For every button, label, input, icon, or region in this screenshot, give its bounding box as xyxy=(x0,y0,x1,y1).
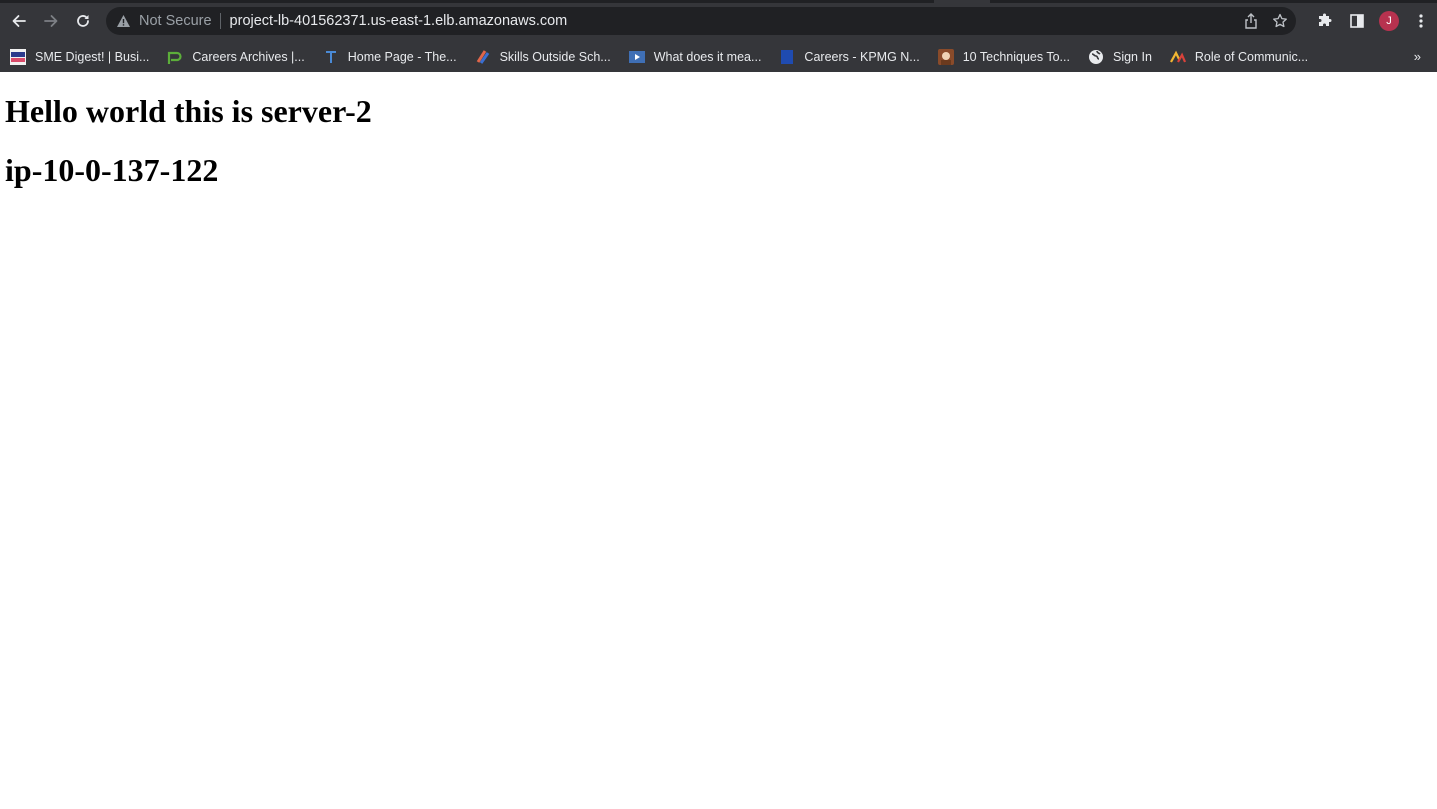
bookmark-what-does-it-mean[interactable]: What does it mea... xyxy=(628,49,762,65)
share-icon[interactable] xyxy=(1244,13,1258,29)
bookmark-label: Careers Archives |... xyxy=(192,50,305,64)
green-p-icon xyxy=(167,49,183,65)
bookmark-skills-outside[interactable]: Skills Outside Sch... xyxy=(475,49,611,65)
bookmark-label: Careers - KPMG N... xyxy=(804,50,920,64)
video-icon xyxy=(628,49,645,65)
bookmark-label: Sign In xyxy=(1112,50,1152,64)
puzzle-piece-icon xyxy=(1319,13,1332,26)
arrow-right-icon xyxy=(44,15,58,27)
forward-button[interactable] xyxy=(35,5,67,37)
back-button[interactable] xyxy=(3,5,35,37)
menu-button[interactable] xyxy=(1405,5,1437,37)
skills-icon xyxy=(475,49,491,65)
portrait-icon xyxy=(937,49,954,65)
communic-icon xyxy=(1169,49,1186,65)
bookmark-star-icon[interactable] xyxy=(1272,13,1288,29)
bookmark-sign-in[interactable]: Sign In xyxy=(1088,49,1152,65)
omnibox-divider xyxy=(219,13,221,29)
address-bar[interactable]: Not Secure project-lb-401562371.us-east-… xyxy=(106,7,1296,35)
reload-icon xyxy=(77,15,89,27)
bookmark-label: 10 Techniques To... xyxy=(962,50,1070,64)
bookmark-10-techniques[interactable]: 10 Techniques To... xyxy=(937,49,1070,65)
warning-triangle-icon[interactable] xyxy=(115,13,131,29)
browser-chrome: Not Secure project-lb-401562371.us-east-… xyxy=(0,0,1437,72)
bookmark-label: What does it mea... xyxy=(653,50,762,64)
sme-digest-favicon xyxy=(10,49,26,65)
browser-toolbar: Not Secure project-lb-401562371.us-east-… xyxy=(0,0,1437,42)
bookmark-label: Role of Communic... xyxy=(1194,50,1309,64)
bookmark-label: Skills Outside Sch... xyxy=(499,50,611,64)
bookmarks-overflow-button[interactable]: » xyxy=(1414,49,1421,64)
side-panel-icon xyxy=(1350,14,1364,28)
bookmark-sme-digest[interactable]: SME Digest! | Busi... xyxy=(10,49,149,65)
profile-avatar[interactable]: J xyxy=(1379,11,1399,31)
blue-t-icon xyxy=(323,49,339,65)
toolbar-actions: J xyxy=(1309,5,1437,37)
bookmark-label: SME Digest! | Busi... xyxy=(35,50,150,64)
kebab-menu-icon xyxy=(1419,14,1423,28)
bookmark-kpmg[interactable]: Careers - KPMG N... xyxy=(779,49,920,65)
bookmark-label: Home Page - The... xyxy=(347,50,457,64)
bookmark-role-of-communic[interactable]: Role of Communic... xyxy=(1169,49,1309,65)
bookmarks-bar: SME Digest! | Busi... Careers Archives |… xyxy=(0,42,1437,72)
arrow-left-icon xyxy=(12,15,26,27)
bookmark-home-page[interactable]: Home Page - The... xyxy=(323,49,457,65)
kpmg-icon xyxy=(779,49,795,65)
page-content: Hello world this is server-2 ip-10-0-137… xyxy=(0,72,1437,189)
security-status-label[interactable]: Not Secure xyxy=(139,13,212,29)
hostname-heading: ip-10-0-137-122 xyxy=(5,152,219,188)
globe-icon xyxy=(1088,49,1104,65)
side-panel-button[interactable] xyxy=(1341,5,1373,37)
reload-button[interactable] xyxy=(67,5,99,37)
url-text[interactable]: project-lb-401562371.us-east-1.elb.amazo… xyxy=(230,13,568,29)
extensions-button[interactable] xyxy=(1309,5,1341,37)
bookmark-careers-archives[interactable]: Careers Archives |... xyxy=(167,49,305,65)
server-heading: Hello world this is server-2 xyxy=(5,93,372,129)
